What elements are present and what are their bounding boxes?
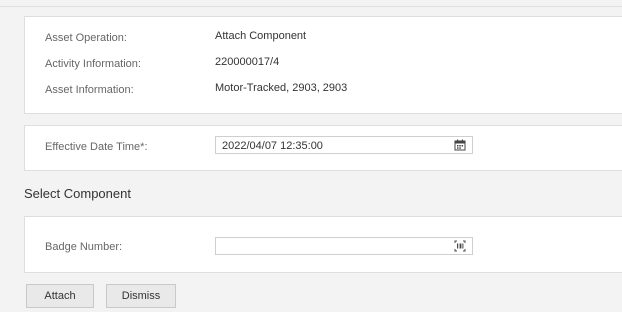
calendar-icon[interactable] <box>454 139 466 151</box>
asset-information-label: Asset Information: <box>45 84 134 96</box>
badge-number-panel: Badge Number: <box>24 216 622 273</box>
effective-date-label: Effective Date Time*: <box>45 141 148 153</box>
attach-button[interactable]: Attach <box>26 284 94 308</box>
effective-date-input[interactable]: 2022/04/07 12:35:00 <box>215 136 473 154</box>
asset-information-value: Motor-Tracked, 2903, 2903 <box>215 82 348 94</box>
dismiss-button[interactable]: Dismiss <box>106 284 176 308</box>
activity-information-value: 220000017/4 <box>215 56 280 68</box>
activity-information-label: Activity Information: <box>45 58 141 70</box>
effective-date-panel: Effective Date Time*: 2022/04/07 12:35:0… <box>24 125 622 171</box>
badge-number-input[interactable] <box>215 237 473 255</box>
barcode-scan-icon[interactable] <box>454 240 466 252</box>
asset-info-panel: Asset Operation: Attach Component Activi… <box>24 16 622 114</box>
asset-operation-label: Asset Operation: <box>45 32 127 44</box>
top-divider <box>0 0 622 7</box>
asset-operation-value: Attach Component <box>215 30 307 42</box>
badge-number-label: Badge Number: <box>45 241 123 253</box>
select-component-heading: Select Component <box>24 186 131 201</box>
effective-date-value: 2022/04/07 12:35:00 <box>222 140 323 152</box>
